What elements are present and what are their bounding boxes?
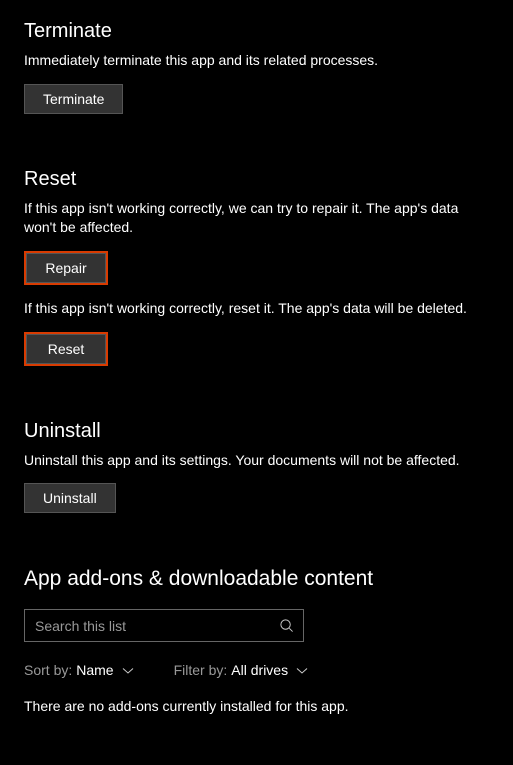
reset-section: Reset If this app isn't working correctl… bbox=[24, 168, 489, 380]
filter-by-dropdown[interactable]: Filter by: All drives bbox=[174, 662, 308, 678]
reset-heading: Reset bbox=[24, 168, 489, 191]
search-icon bbox=[279, 618, 294, 633]
repair-description: If this app isn't working correctly, we … bbox=[24, 199, 489, 237]
reset-button[interactable]: Reset bbox=[26, 334, 106, 364]
sort-by-dropdown[interactable]: Sort by: Name bbox=[24, 662, 134, 678]
uninstall-section: Uninstall Uninstall this app and its set… bbox=[24, 420, 489, 528]
sort-value: Name bbox=[76, 662, 113, 678]
search-button[interactable] bbox=[270, 613, 303, 638]
filter-label: Filter by: bbox=[174, 662, 228, 678]
terminate-button[interactable]: Terminate bbox=[24, 84, 123, 114]
filter-value: All drives bbox=[231, 662, 288, 678]
search-input[interactable] bbox=[25, 612, 270, 640]
sort-label: Sort by: bbox=[24, 662, 72, 678]
reset-description: If this app isn't working correctly, res… bbox=[24, 299, 489, 318]
uninstall-description: Uninstall this app and its settings. You… bbox=[24, 451, 489, 470]
chevron-down-icon bbox=[122, 662, 134, 678]
repair-button-wrap: Repair bbox=[24, 251, 108, 285]
search-box bbox=[24, 609, 304, 642]
addons-section: App add-ons & downloadable content Sort … bbox=[24, 567, 489, 714]
repair-button[interactable]: Repair bbox=[26, 253, 106, 283]
reset-button-wrap: Reset bbox=[24, 332, 108, 366]
terminate-heading: Terminate bbox=[24, 20, 489, 43]
filter-row: Sort by: Name Filter by: All drives bbox=[24, 662, 489, 678]
addons-empty-message: There are no add-ons currently installed… bbox=[24, 698, 489, 714]
uninstall-button-wrap: Uninstall bbox=[24, 483, 116, 513]
terminate-section: Terminate Immediately terminate this app… bbox=[24, 20, 489, 128]
uninstall-button[interactable]: Uninstall bbox=[24, 483, 116, 513]
terminate-button-wrap: Terminate bbox=[24, 84, 123, 114]
chevron-down-icon bbox=[296, 662, 308, 678]
addons-heading: App add-ons & downloadable content bbox=[24, 567, 489, 591]
terminate-description: Immediately terminate this app and its r… bbox=[24, 51, 489, 70]
uninstall-heading: Uninstall bbox=[24, 420, 489, 443]
